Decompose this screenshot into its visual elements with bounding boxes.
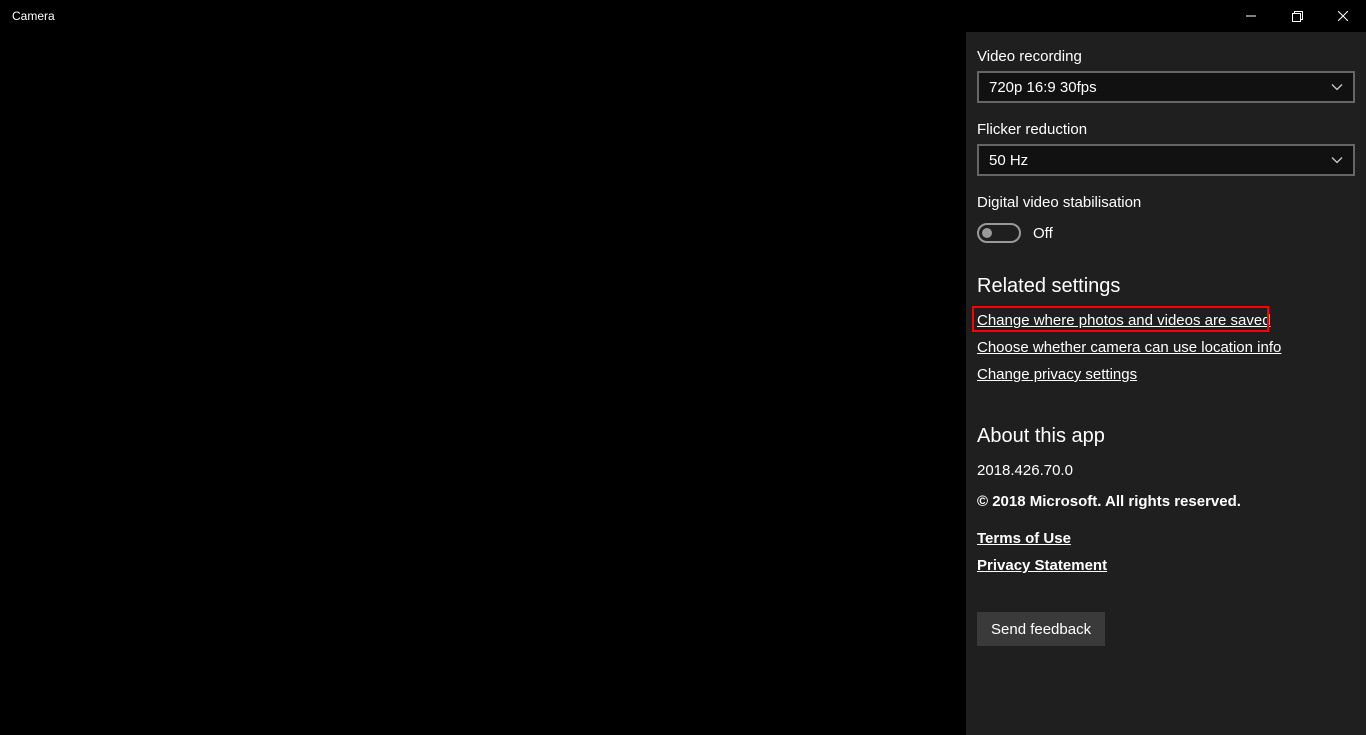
related-settings-heading: Related settings — [977, 275, 1355, 298]
toggle-knob — [982, 228, 992, 238]
flicker-reduction-value: 50 Hz — [989, 152, 1028, 169]
stabilisation-state: Off — [1033, 225, 1053, 242]
minimize-icon — [1246, 11, 1256, 21]
privacy-statement-link[interactable]: Privacy Statement — [977, 557, 1107, 574]
maximize-button[interactable] — [1274, 0, 1320, 32]
maximize-icon — [1292, 11, 1303, 22]
video-recording-label: Video recording — [977, 48, 1355, 65]
chevron-down-icon — [1331, 152, 1343, 169]
flicker-reduction-select[interactable]: 50 Hz — [977, 144, 1355, 176]
flicker-reduction-label: Flicker reduction — [977, 121, 1355, 138]
video-recording-value: 720p 16:9 30fps — [989, 79, 1097, 96]
camera-viewfinder — [0, 32, 966, 735]
stabilisation-toggle[interactable] — [977, 223, 1021, 243]
camera-location-info-link[interactable]: Choose whether camera can use location i… — [977, 339, 1281, 356]
chevron-down-icon — [1331, 79, 1343, 96]
app-version: 2018.426.70.0 — [977, 462, 1355, 479]
terms-of-use-link[interactable]: Terms of Use — [977, 530, 1071, 547]
change-save-location-link[interactable]: Change where photos and videos are saved — [977, 312, 1271, 329]
title-bar: Camera — [0, 0, 1366, 32]
about-heading: About this app — [977, 425, 1355, 448]
send-feedback-button[interactable]: Send feedback — [977, 612, 1105, 646]
settings-panel: Video recording 720p 16:9 30fps Flicker … — [966, 32, 1366, 735]
app-title: Camera — [12, 9, 55, 23]
change-privacy-settings-link[interactable]: Change privacy settings — [977, 366, 1137, 383]
video-recording-select[interactable]: 720p 16:9 30fps — [977, 71, 1355, 103]
send-feedback-label: Send feedback — [991, 621, 1091, 638]
minimize-button[interactable] — [1228, 0, 1274, 32]
close-button[interactable] — [1320, 0, 1366, 32]
app-window: Camera Video recording 720p 16:9 30fps — [0, 0, 1366, 735]
stabilisation-label: Digital video stabilisation — [977, 194, 1355, 211]
close-icon — [1338, 11, 1348, 21]
app-copyright: © 2018 Microsoft. All rights reserved. — [977, 493, 1355, 510]
